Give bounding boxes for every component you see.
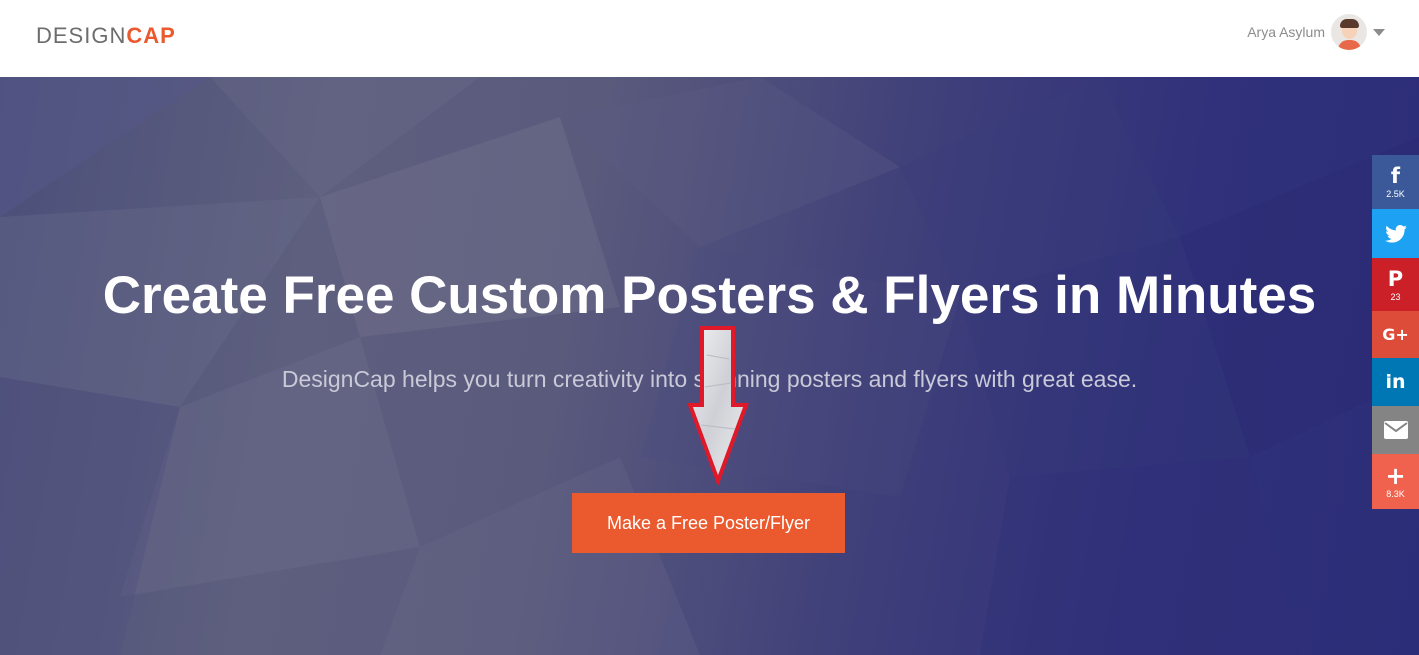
more-share-button[interactable]: + 8.3K: [1372, 454, 1419, 509]
chevron-down-icon[interactable]: [1373, 28, 1385, 36]
designcap-logo[interactable]: DESIGNCAP: [36, 23, 176, 49]
hero-banner: Create Free Custom Posters & Flyers in M…: [0, 77, 1419, 655]
avatar[interactable]: [1331, 14, 1367, 50]
envelope-icon: [1383, 421, 1408, 439]
logo-text-design: DESIGN: [36, 23, 127, 48]
pinterest-icon: P: [1387, 266, 1404, 291]
email-share-button[interactable]: [1372, 406, 1419, 454]
google-plus-share-button[interactable]: G+: [1372, 311, 1419, 358]
pinterest-share-count: 23: [1390, 291, 1401, 302]
more-share-count: 8.3K: [1386, 488, 1405, 499]
twitter-share-button[interactable]: [1372, 209, 1419, 258]
user-name[interactable]: Arya Asylum: [1247, 24, 1325, 40]
hero-title: Create Free Custom Posters & Flyers in M…: [102, 266, 1317, 325]
facebook-icon: f: [1390, 164, 1401, 188]
facebook-share-button[interactable]: f 2.5K: [1372, 155, 1419, 209]
facebook-share-count: 2.5K: [1386, 189, 1405, 199]
social-share-bar: f 2.5K P 23 G+ in + 8.3K: [1372, 155, 1419, 509]
logo-text-cap: CAP: [126, 23, 176, 48]
make-free-poster-button[interactable]: Make a Free Poster/Flyer: [572, 493, 845, 553]
linkedin-icon: in: [1385, 371, 1406, 393]
google-plus-icon: G+: [1382, 324, 1409, 344]
site-header: DESIGNCAP Arya Asylum: [0, 0, 1419, 77]
plus-icon: +: [1385, 461, 1406, 490]
twitter-icon: [1384, 224, 1407, 243]
user-menu[interactable]: Arya Asylum: [1247, 14, 1385, 50]
down-arrow-annotation-icon: [687, 326, 749, 485]
pinterest-share-button[interactable]: P 23: [1372, 258, 1419, 311]
linkedin-share-button[interactable]: in: [1372, 358, 1419, 406]
